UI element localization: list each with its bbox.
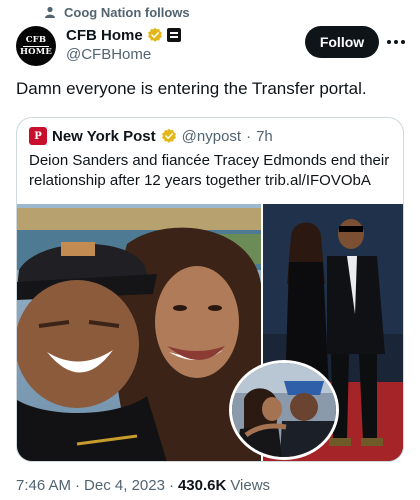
avatar-logo-line-2: HOME: [19, 46, 53, 57]
follow-button[interactable]: Follow: [305, 26, 379, 58]
author-avatar[interactable]: CFB HOME: [16, 26, 56, 66]
quoted-separator: ·: [246, 127, 252, 145]
tweet-text: Damn everyone is entering the Transfer p…: [16, 79, 367, 98]
social-context-text[interactable]: Coog Nation follows: [64, 5, 190, 20]
tweet-meta: 7:46 AM · Dec 4, 2023 · 430.6K Views: [16, 477, 270, 494]
views-label: Views: [230, 477, 271, 494]
quoted-handle[interactable]: @nypost: [182, 128, 241, 145]
quoted-tweet-header: P New York Post @nypost · 7h: [29, 127, 273, 145]
quoted-media[interactable]: [17, 204, 403, 461]
avatar-logo-line-1: CFB: [25, 34, 47, 45]
author-block: CFB Home @CFBHome: [66, 25, 181, 63]
quoted-avatar[interactable]: P: [29, 127, 47, 145]
kiss-inset-photo[interactable]: [229, 360, 339, 460]
affiliate-badge-icon[interactable]: [166, 28, 181, 42]
author-handle[interactable]: @CFBHome: [66, 46, 181, 63]
quoted-verified-badge-icon: [161, 128, 176, 143]
quoted-timestamp[interactable]: 7h: [256, 128, 273, 145]
quoted-display-name[interactable]: New York Post: [52, 128, 156, 145]
more-options-button[interactable]: [384, 30, 408, 54]
selfie-photo[interactable]: [17, 204, 261, 461]
quoted-tweet-text: Deion Sanders and fiancée Tracey Edmonds…: [29, 152, 390, 189]
verified-badge-icon: [147, 27, 162, 42]
meta-separator-2: ·: [168, 477, 174, 494]
author-display-name[interactable]: CFB Home: [66, 27, 143, 44]
more-dots-icon: [387, 40, 405, 44]
social-context: Coog Nation follows: [44, 4, 190, 20]
meta-separator-1: ·: [75, 477, 81, 494]
tweet-time[interactable]: 7:46 AM: [16, 477, 71, 494]
avatar-logo: CFB HOME: [19, 34, 53, 57]
quoted-tweet[interactable]: P New York Post @nypost · 7h Deion Sande…: [16, 117, 404, 462]
tweet-date[interactable]: Dec 4, 2023: [84, 477, 165, 494]
person-icon: [45, 6, 55, 18]
views-count: 430.6K: [177, 477, 227, 494]
